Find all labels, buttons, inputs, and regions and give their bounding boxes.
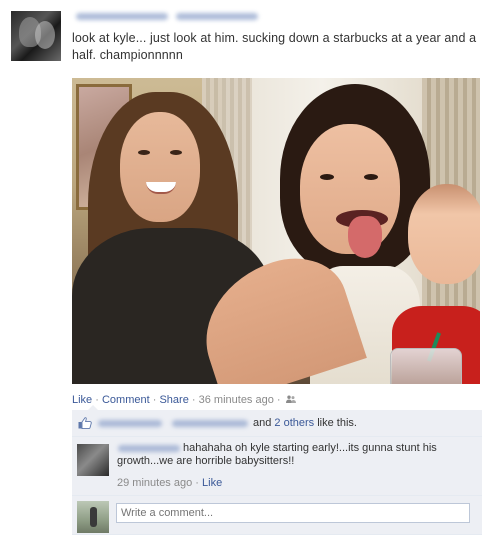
- photo-cup: [390, 348, 462, 384]
- thumbs-up-icon: [78, 417, 92, 430]
- comment-link[interactable]: Comment: [102, 394, 150, 406]
- photo-person-face: [120, 112, 200, 222]
- likes-summary: and 2 others like this.: [253, 417, 357, 429]
- separator: ·: [276, 394, 281, 406]
- photo-person-eye: [320, 174, 334, 180]
- photo-person-eye: [138, 150, 150, 155]
- separator: ·: [152, 394, 157, 406]
- likes-suffix: like this.: [317, 417, 357, 429]
- avatar-shape: [35, 21, 55, 49]
- likes-others-link[interactable]: 2 others: [274, 417, 314, 429]
- comment-like-link[interactable]: Like: [202, 477, 222, 489]
- comment-item: hahahaha oh kyle starting early!...its g…: [72, 437, 482, 496]
- story-actions: Like · Comment · Share · 36 minutes ago …: [72, 394, 482, 406]
- feed-story: look at kyle... just look at him. suckin…: [0, 0, 500, 546]
- photo-baby-head: [408, 184, 480, 284]
- comment-meta: 29 minutes ago · Like: [117, 477, 222, 489]
- share-link[interactable]: Share: [159, 394, 188, 406]
- timestamp-link[interactable]: 36 minutes ago: [199, 394, 274, 406]
- liker-name-blurred[interactable]: [98, 420, 162, 427]
- author-name-blurred[interactable]: [76, 13, 168, 20]
- target-name-blurred[interactable]: [176, 13, 258, 20]
- comment-body: hahahaha oh kyle starting early!...its g…: [117, 442, 473, 468]
- post-photo[interactable]: [72, 78, 480, 384]
- write-comment-input[interactable]: [116, 503, 470, 523]
- liker-name-blurred[interactable]: [172, 420, 248, 427]
- post-message: look at kyle... just look at him. suckin…: [72, 31, 477, 62]
- comment-timestamp[interactable]: 29 minutes ago: [117, 477, 192, 489]
- comment-composer: [72, 496, 482, 535]
- comment-text: hahahaha oh kyle starting early!...its g…: [117, 442, 437, 467]
- author-avatar[interactable]: [11, 11, 61, 61]
- friends-icon[interactable]: [285, 395, 296, 404]
- separator: ·: [195, 477, 199, 489]
- photo-person-eye: [170, 150, 182, 155]
- likes-conjunction: and: [253, 417, 272, 429]
- photo-person-eye: [364, 174, 378, 180]
- likes-row: and 2 others like this.: [72, 410, 482, 437]
- photo-person-tongue: [348, 216, 382, 258]
- separator: ·: [191, 394, 196, 406]
- commenter-avatar[interactable]: [77, 444, 109, 476]
- avatar-figure: [90, 507, 97, 527]
- viewer-avatar: [77, 501, 109, 533]
